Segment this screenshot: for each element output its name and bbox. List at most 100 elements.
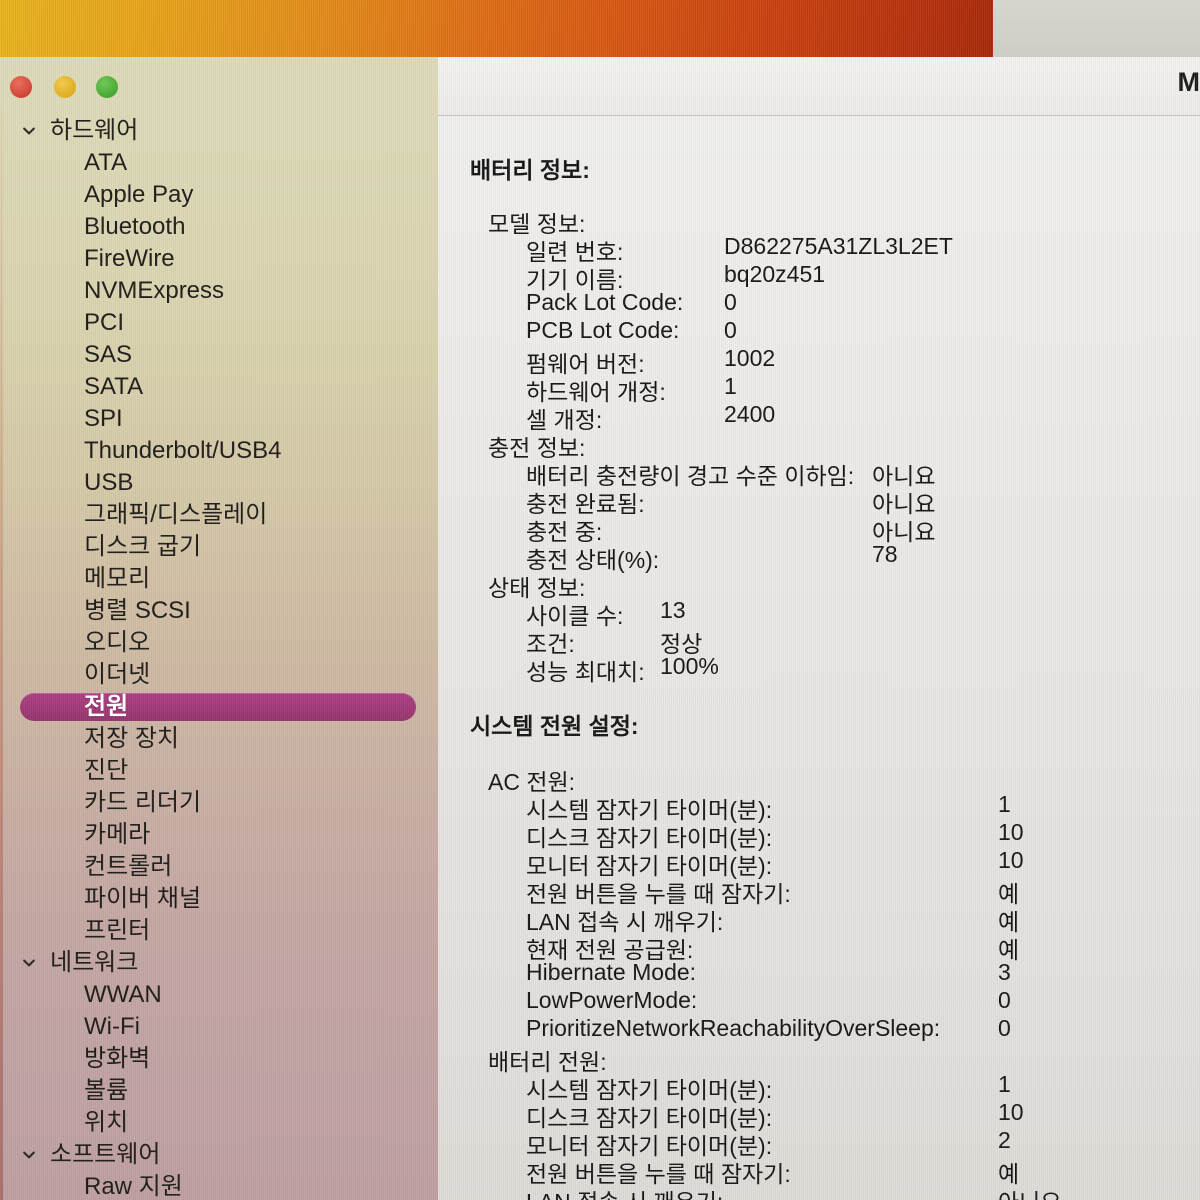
- battery-info-heading: 배터리 정보:: [470, 157, 590, 183]
- report-value-model-6: 2400: [724, 401, 776, 427]
- sidebar-item-0[interactable]: 하드웨어: [0, 115, 438, 147]
- sidebar-item-33[interactable]: Raw 지원: [0, 1171, 438, 1200]
- report-value-batt-2: 2: [998, 1127, 1011, 1153]
- sidebar-item-24[interactable]: 파이버 채널: [0, 883, 438, 915]
- content-pane: MacBo 배터리 정보:모델 정보:일련 번호:D862275A31ZL3L2…: [438, 57, 1200, 1200]
- sidebar-item-label: WWAN: [84, 981, 162, 1008]
- sidebar-list[interactable]: 하드웨어 ATA Apple Pay Bluetooth FireWire NVMExpr…: [0, 115, 438, 1200]
- sidebar-item-2[interactable]: Apple Pay: [0, 179, 438, 211]
- sidebar-item-label: 소프트웨어: [50, 1141, 161, 1168]
- report-key-model-2: Pack Lot Code:: [526, 289, 684, 315]
- sidebar-item-12[interactable]: 그래픽/디스플레이: [0, 499, 438, 531]
- sidebar-item-23[interactable]: 컨트롤러: [0, 851, 438, 883]
- minimize-button[interactable]: [54, 76, 76, 98]
- sidebar-item-label: NVMExpress: [84, 277, 225, 304]
- report-key-ac-8: PrioritizeNetworkReachabilityOverSleep:: [526, 1015, 941, 1041]
- sidebar-item-label: Wi-Fi: [84, 1013, 140, 1040]
- sidebar-item-13[interactable]: 디스크 굽기: [0, 531, 438, 563]
- report-key-ac-6: Hibernate Mode:: [526, 959, 697, 985]
- sidebar-item-label: 이더넷: [84, 661, 151, 688]
- report-value-model-0: D862275A31ZL3L2ET: [724, 233, 953, 259]
- sidebar-item-4[interactable]: FireWire: [0, 243, 438, 275]
- report-value-model-5: 1: [724, 373, 737, 399]
- report-value-batt-4: 아니요: [998, 1183, 1061, 1200]
- sidebar-item-label: 볼륨: [84, 1077, 129, 1104]
- report-value-ac-0: 1: [998, 791, 1011, 817]
- sidebar-item-1[interactable]: ATA: [0, 147, 438, 179]
- sidebar-item-label: 컨트롤러: [84, 853, 173, 880]
- report-value-charge-3: 78: [872, 541, 898, 567]
- sidebar-item-5[interactable]: NVMExpress: [0, 275, 438, 307]
- close-button[interactable]: [10, 76, 32, 98]
- sidebar-selection-highlight: [20, 693, 416, 721]
- sidebar-item-7[interactable]: SAS: [0, 339, 438, 371]
- sidebar-item-label: Apple Pay: [84, 181, 194, 208]
- sidebar-item-label: 디스크 굽기: [84, 533, 202, 560]
- sidebar-item-14[interactable]: 메모리: [0, 563, 438, 595]
- sidebar-item-21[interactable]: 카드 리더기: [0, 787, 438, 819]
- desktop-wallpaper: [0, 0, 993, 57]
- report-value-ac-7: 0: [998, 987, 1011, 1013]
- sidebar-item-16[interactable]: 오디오: [0, 627, 438, 659]
- report-value-health-0: 13: [660, 597, 686, 623]
- sidebar-item-label: 메모리: [84, 565, 151, 592]
- chevron-down-icon[interactable]: [18, 1139, 40, 1171]
- report-value-ac-6: 3: [998, 959, 1011, 985]
- report-value-batt-1: 10: [998, 1099, 1024, 1125]
- sidebar-item-25[interactable]: 프린터: [0, 915, 438, 947]
- sidebar-item-11[interactable]: USB: [0, 467, 438, 499]
- sidebar-item-label: USB: [84, 469, 134, 496]
- sidebar-item-label: SAS: [84, 341, 133, 368]
- window-title: MacBo: [1177, 67, 1200, 97]
- report-key-health-2: 성능 최대치:: [526, 659, 645, 685]
- sidebar-item-29[interactable]: 방화벽: [0, 1043, 438, 1075]
- sidebar-item-label: 진단: [84, 757, 129, 784]
- sidebar-item-10[interactable]: Thunderbolt/USB4: [0, 435, 438, 467]
- sidebar-item-label: PCI: [84, 309, 125, 336]
- sidebar-item-31[interactable]: 위치: [0, 1107, 438, 1139]
- sidebar-item-17[interactable]: 이더넷: [0, 659, 438, 691]
- sidebar-item-15[interactable]: 병렬 SCSI: [0, 595, 438, 627]
- window-titlebar[interactable]: MacBo: [438, 57, 1200, 116]
- sidebar-item-3[interactable]: Bluetooth: [0, 211, 438, 243]
- sidebar-item-label: ATA: [84, 149, 128, 176]
- sidebar-item-label: 그래픽/디스플레이: [84, 501, 268, 528]
- sidebar-item-32[interactable]: 소프트웨어: [0, 1139, 438, 1171]
- sidebar-item-26[interactable]: 네트워크: [0, 947, 438, 979]
- sidebar-item-label: 병렬 SCSI: [84, 597, 191, 624]
- report-value-health-2: 100%: [660, 653, 719, 679]
- sidebar-item-8[interactable]: SATA: [0, 371, 438, 403]
- report-value-ac-2: 10: [998, 847, 1024, 873]
- sidebar-item-20[interactable]: 진단: [0, 755, 438, 787]
- sidebar-item-18[interactable]: 전원: [0, 691, 438, 723]
- sidebar-item-label: Raw 지원: [84, 1173, 183, 1200]
- report-value-ac-1: 10: [998, 819, 1024, 845]
- sidebar-item-label: Bluetooth: [84, 213, 186, 240]
- sidebar-item-22[interactable]: 카메라: [0, 819, 438, 851]
- sidebar-item-28[interactable]: Wi-Fi: [0, 1011, 438, 1043]
- report-value-model-3: 0: [724, 317, 737, 343]
- sidebar-item-27[interactable]: WWAN: [0, 979, 438, 1011]
- power-report: 배터리 정보: 모델 정보: 일련 번호: D862275A31ZL3L2ET 기기 이…: [438, 115, 1200, 1200]
- sidebar-item-label: 파이버 채널: [84, 885, 202, 912]
- sidebar-item-19[interactable]: 저장 장치: [0, 723, 438, 755]
- system-information-window: 하드웨어 ATA Apple Pay Bluetooth FireWire NVMExpr…: [0, 57, 1200, 1200]
- sidebar-item-label: 위치: [84, 1109, 129, 1136]
- zoom-button[interactable]: [96, 76, 118, 98]
- sidebar-item-label: Thunderbolt/USB4: [84, 437, 282, 464]
- chevron-down-icon[interactable]: [18, 115, 40, 147]
- sidebar-item-30[interactable]: 볼륨: [0, 1075, 438, 1107]
- sidebar-item-9[interactable]: SPI: [0, 403, 438, 435]
- sidebar-item-label: 저장 장치: [84, 725, 179, 752]
- desktop-background-right: [993, 0, 1200, 57]
- sidebar: 하드웨어 ATA Apple Pay Bluetooth FireWire NVMExpr…: [0, 57, 438, 1200]
- report-key-model-3: PCB Lot Code:: [526, 317, 680, 343]
- report-value-ac-8: 0: [998, 1015, 1011, 1041]
- sidebar-item-label: 네트워크: [50, 949, 139, 976]
- power-settings-heading: 시스템 전원 설정:: [470, 713, 639, 739]
- sidebar-item-6[interactable]: PCI: [0, 307, 438, 339]
- report-value-model-2: 0: [724, 289, 737, 315]
- screenshot-root: 하드웨어 ATA Apple Pay Bluetooth FireWire NVMExpr…: [0, 0, 1200, 1200]
- window-controls[interactable]: [8, 76, 138, 106]
- chevron-down-icon[interactable]: [18, 947, 40, 979]
